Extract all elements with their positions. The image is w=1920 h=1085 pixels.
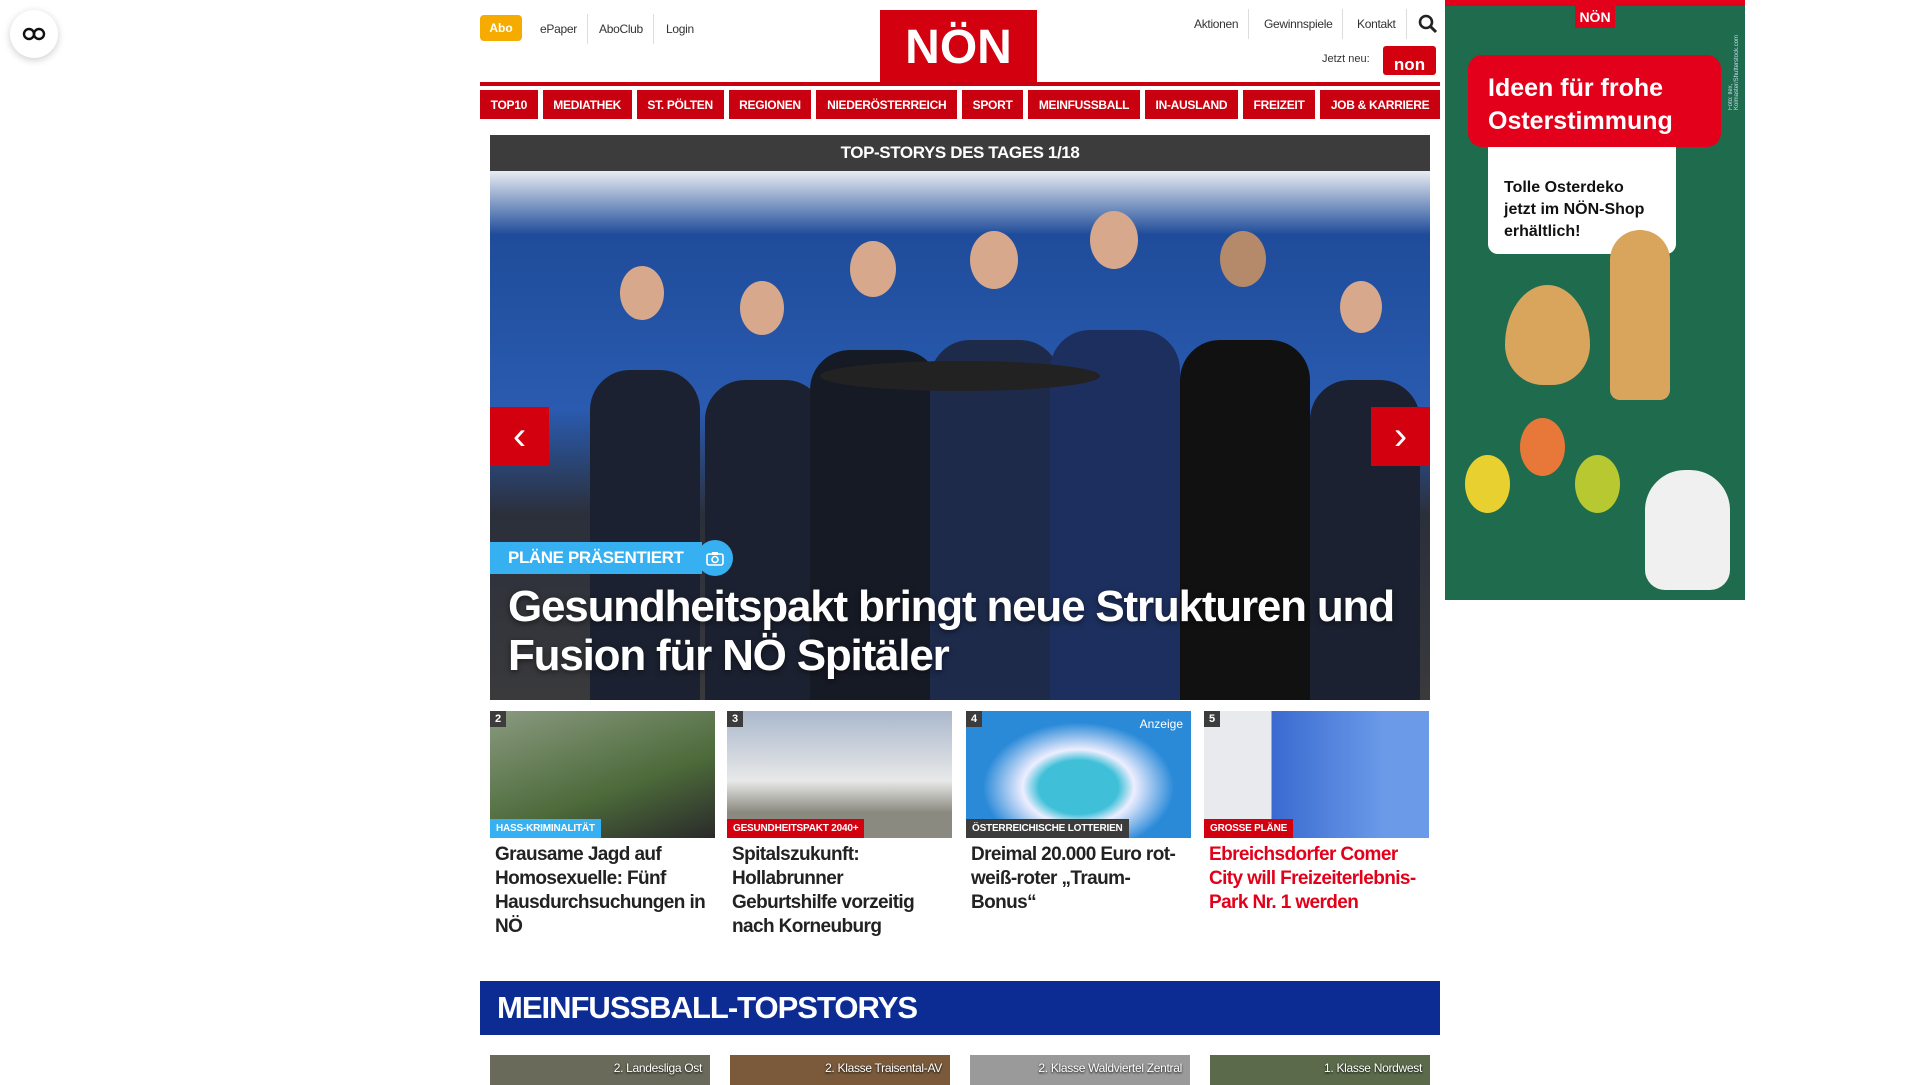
- story-rank: 5: [1204, 711, 1221, 727]
- football-story-thumb[interactable]: 2. Landesliga Ost: [490, 1055, 710, 1085]
- story-kicker: ÖSTERREICHISCHE LOTTERIEN: [966, 819, 1129, 838]
- ad-headline: Ideen für frohe Osterstimmung: [1468, 55, 1721, 147]
- new-product-badge[interactable]: non: [1383, 46, 1436, 75]
- header-divider: [480, 82, 1440, 86]
- nav-st-poelten[interactable]: ST. PÖLTEN: [636, 90, 724, 119]
- story-card[interactable]: 3 GESUNDHEITSPAKT 2040+ Spitalszukunft: …: [727, 711, 952, 939]
- carousel-prev-button[interactable]: ‹: [490, 407, 549, 466]
- reader-mode-button[interactable]: [10, 10, 58, 58]
- story-title[interactable]: Spitalszukunft: Hollabrunner Geburtshilf…: [727, 838, 952, 939]
- nav-job-karriere[interactable]: JOB & KARRIERE: [1320, 90, 1440, 119]
- story-title[interactable]: Dreimal 20.000 Euro rot-weiß-roter „Trau…: [966, 838, 1191, 915]
- story-rank: 4: [966, 711, 983, 727]
- meinfussball-header: MEINFUSSBALL-TOPSTORYS: [480, 981, 1440, 1035]
- hero-story[interactable]: ‹ › PLÄNE PRÄSENTIERT Gesundheitspakt br…: [490, 171, 1430, 700]
- advertisement-banner[interactable]: NÖN Foto: Ilex, Kolmaster/Shutterstock.c…: [1445, 0, 1745, 600]
- epaper-link[interactable]: ePaper: [530, 14, 588, 44]
- kontakt-link[interactable]: Kontakt: [1347, 9, 1407, 39]
- football-story-thumb[interactable]: 2. Klasse Traisental-AV: [730, 1055, 950, 1085]
- ad-logo: NÖN: [1575, 6, 1615, 28]
- story-kicker: HASS-KRIMINALITÄT: [490, 819, 601, 838]
- story-kicker: GROSSE PLÄNE: [1204, 819, 1294, 838]
- story-card[interactable]: 4 Anzeige ÖSTERREICHISCHE LOTTERIEN Drei…: [966, 711, 1191, 915]
- abo-button[interactable]: Abo: [480, 15, 522, 41]
- top-stories-header: TOP-STORYS DES TAGES 1/18: [490, 135, 1430, 171]
- ad-photo-credit: Foto: Ilex, Kolmaster/Shutterstock.com: [1728, 34, 1740, 110]
- nav-meinfussball[interactable]: MEINFUSSBALL: [1028, 90, 1140, 119]
- story-rank: 2: [490, 711, 507, 727]
- story-image: 5 GROSSE PLÄNE: [1204, 711, 1429, 838]
- hero-kicker: PLÄNE PRÄSENTIERT: [490, 542, 702, 574]
- story-rank: 3: [727, 711, 744, 727]
- football-story-thumb[interactable]: 2. Klasse Waldviertel Zentral: [970, 1055, 1190, 1085]
- story-title[interactable]: Ebreichsdorfer Comer City will Freizeite…: [1204, 838, 1429, 915]
- login-link[interactable]: Login: [656, 14, 704, 44]
- story-card[interactable]: 2 HASS-KRIMINALITÄT Grausame Jagd auf Ho…: [490, 711, 715, 939]
- nav-niederoesterreich[interactable]: NIEDERÖSTERREICH: [816, 90, 957, 119]
- main-nav: TOP10 MEDIATHEK ST. PÖLTEN REGIONEN NIED…: [480, 90, 1440, 119]
- nav-top10[interactable]: TOP10: [480, 90, 538, 119]
- rabbit-image: [1645, 470, 1730, 590]
- camera-icon: [697, 540, 733, 576]
- search-icon[interactable]: [1418, 14, 1438, 39]
- nav-regionen[interactable]: REGIONEN: [728, 90, 812, 119]
- gewinnspiele-link[interactable]: Gewinnspiele: [1254, 9, 1344, 39]
- nav-sport[interactable]: SPORT: [961, 90, 1024, 119]
- glasses-icon: [22, 27, 46, 41]
- nav-in-ausland[interactable]: IN-AUSLAND: [1144, 90, 1238, 119]
- nav-freizeit[interactable]: FREIZEIT: [1242, 90, 1316, 119]
- story-image: 2 HASS-KRIMINALITÄT: [490, 711, 715, 838]
- nav-mediathek[interactable]: MEDIATHEK: [542, 90, 632, 119]
- bunny-figure-image: [1610, 230, 1670, 400]
- carousel-next-button[interactable]: ›: [1371, 407, 1430, 466]
- easter-egg-image: [1505, 285, 1590, 385]
- aktionen-link[interactable]: Aktionen: [1184, 9, 1250, 39]
- non-logo[interactable]: NÖN: [880, 10, 1037, 84]
- story-image: 4 Anzeige ÖSTERREICHISCHE LOTTERIEN: [966, 711, 1191, 838]
- story-card[interactable]: 5 GROSSE PLÄNE Ebreichsdorfer Comer City…: [1204, 711, 1429, 915]
- ad-badge: Anzeige: [1139, 717, 1183, 731]
- hero-title[interactable]: Gesundheitspakt bringt neue Strukturen u…: [508, 582, 1408, 680]
- story-kicker: GESUNDHEITSPAKT 2040+: [727, 819, 865, 838]
- story-title[interactable]: Grausame Jagd auf Homosexuelle: Fünf Hau…: [490, 838, 715, 939]
- aboclub-link[interactable]: AboClub: [589, 14, 654, 44]
- football-story-thumb[interactable]: 1. Klasse Nordwest: [1210, 1055, 1430, 1085]
- story-image: 3 GESUNDHEITSPAKT 2040+: [727, 711, 952, 838]
- jetzt-neu-label: Jetzt neu:: [1322, 53, 1370, 65]
